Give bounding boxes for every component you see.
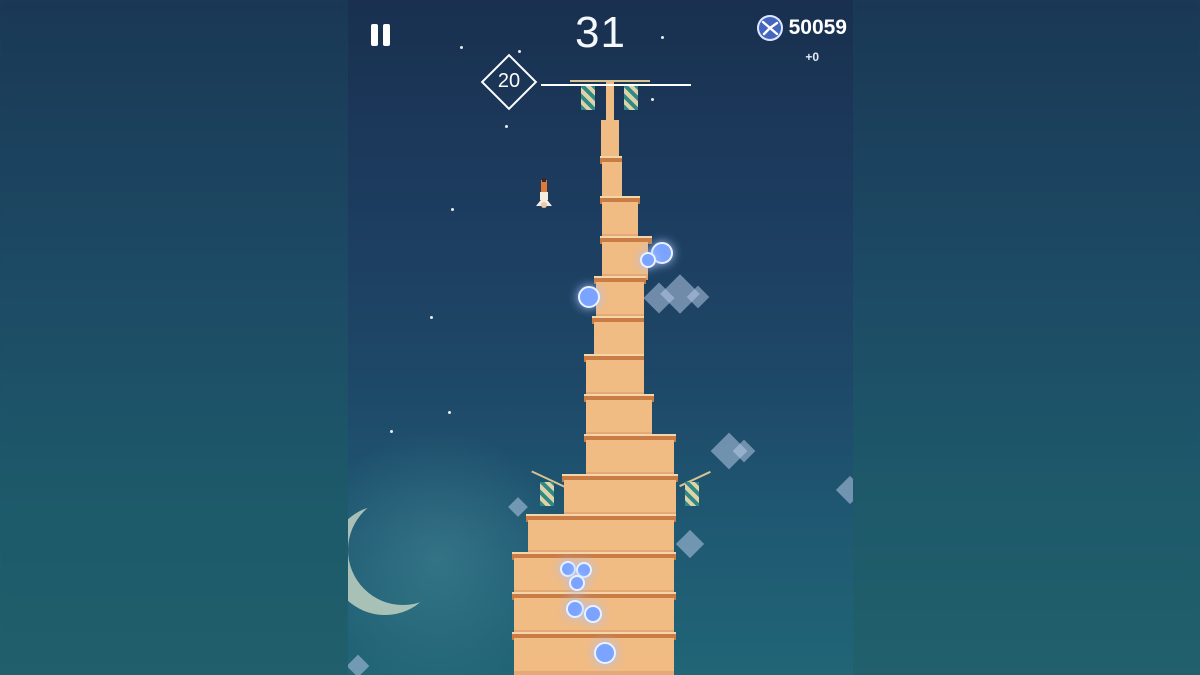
star — [518, 50, 521, 53]
tower-section — [586, 360, 644, 398]
checkered-flag — [685, 482, 699, 506]
star — [661, 36, 664, 39]
checkered-flag — [540, 482, 554, 506]
game-viewport[interactable]: 31 50059 +0 20 — [348, 0, 853, 675]
tower-section — [528, 520, 674, 556]
star — [390, 430, 393, 433]
checkered-flag — [624, 86, 638, 110]
flag-pole — [570, 80, 650, 82]
tower-section — [602, 202, 638, 240]
propeller-gem — [584, 605, 602, 623]
marker-line — [541, 84, 691, 86]
score-counter: 31 — [575, 8, 626, 57]
coin-balance: 50059 — [756, 15, 847, 41]
propeller-gem — [569, 575, 585, 591]
star — [448, 411, 451, 414]
propeller-gem — [566, 600, 584, 618]
cloud-diamond — [675, 529, 705, 559]
crescent-moon — [348, 495, 458, 605]
right-blurred-backdrop — [852, 0, 1200, 675]
game-stage: 31 50059 +0 20 — [0, 0, 1200, 675]
height-marker: 20 — [480, 53, 538, 111]
left-blurred-backdrop — [0, 0, 348, 675]
propeller-gem — [640, 252, 656, 268]
coin-delta: +0 — [805, 50, 819, 64]
tower-section — [596, 282, 644, 320]
star — [460, 46, 463, 49]
pause-icon — [371, 24, 378, 46]
pause-button[interactable] — [371, 24, 393, 48]
tower-section — [514, 558, 674, 596]
star — [651, 98, 654, 101]
star — [451, 208, 454, 211]
cloud-diamond — [835, 475, 853, 505]
tower-section — [564, 480, 676, 518]
tower-section — [586, 440, 674, 478]
star — [505, 125, 508, 128]
coin-count: 50059 — [788, 16, 847, 39]
propeller-coin-icon — [756, 15, 783, 41]
pause-icon-bar — [383, 24, 390, 46]
propeller-gem — [594, 642, 616, 664]
marker-level: 20 — [497, 70, 521, 92]
star — [430, 316, 433, 319]
propeller-gem — [578, 286, 600, 308]
tower-section — [586, 400, 652, 438]
checkered-flag — [581, 86, 595, 110]
climber-character — [536, 178, 552, 208]
